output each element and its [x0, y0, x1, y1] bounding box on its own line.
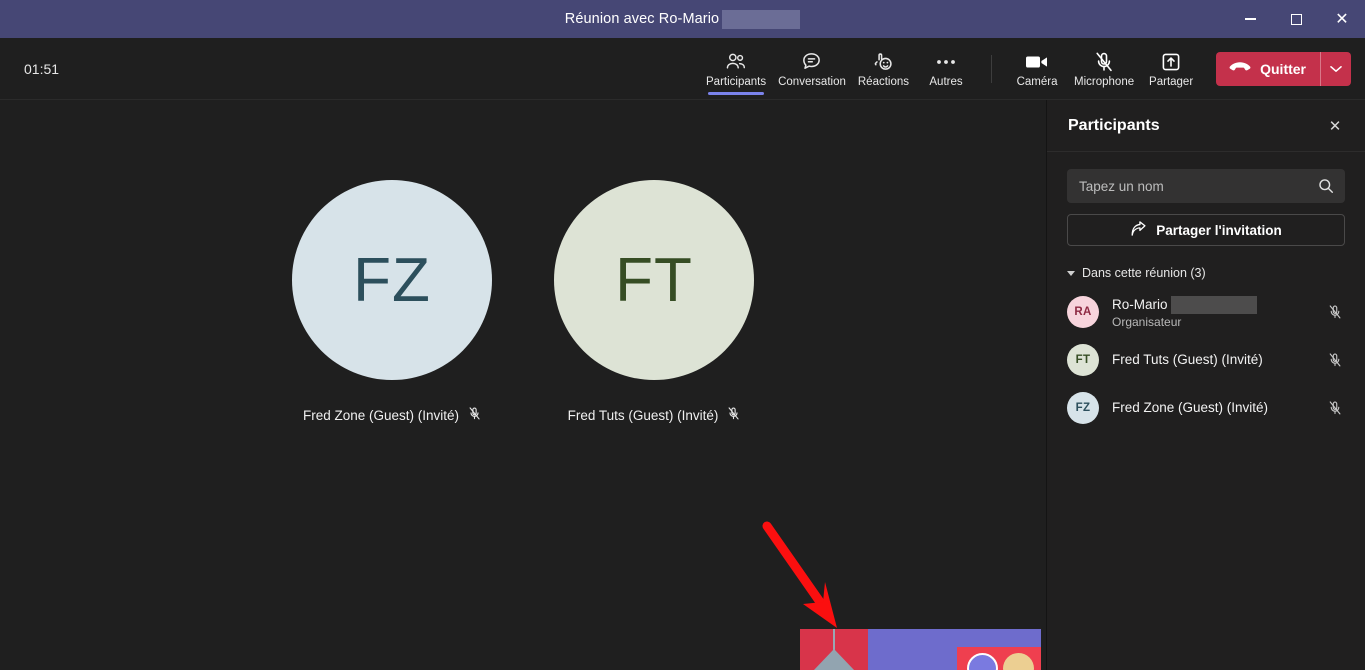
video-scene	[800, 629, 1041, 670]
hangup-button[interactable]: Quitter	[1216, 52, 1320, 86]
microphone-muted-icon[interactable]	[1325, 352, 1345, 368]
chat-icon	[801, 51, 822, 73]
microphone-muted-icon	[468, 406, 481, 424]
microphone-muted-icon[interactable]	[1325, 400, 1345, 416]
toolbar-label-conversation: Conversation	[778, 75, 846, 88]
participant-name: Fred Zone (Guest) (Invité)	[302, 407, 460, 423]
close-icon[interactable]: ✕	[1321, 112, 1349, 140]
participant-tile-ft[interactable]: FT Fred Tuts (Guest) (Invité)	[554, 180, 754, 424]
toolbar-button-more[interactable]: Autres	[915, 39, 977, 99]
participant-tiles: FZ Fred Zone (Guest) (Invité) FT Fred Tu…	[0, 180, 1046, 424]
hangup-options-button[interactable]	[1321, 52, 1351, 86]
participant-row-ft[interactable]: FT Fred Tuts (Guest) (Invité)	[1067, 336, 1345, 384]
avatar-initials: FZ	[1075, 402, 1091, 414]
search-icon[interactable]	[1318, 178, 1334, 194]
minimize-button[interactable]	[1227, 0, 1273, 38]
participant-row-organizer[interactable]: RA Ro-Mario Organisateur	[1067, 288, 1345, 336]
participant-name: Fred Zone (Guest) (Invité)	[1112, 400, 1269, 415]
toolbar-button-microphone[interactable]: Microphone	[1068, 39, 1140, 99]
title-bar: Réunion avec Ro-Mario ✕	[0, 0, 1365, 38]
window-title-text: Réunion avec Ro-Mario	[564, 11, 720, 27]
participant-name: Fred Tuts (Guest) (Invité)	[1112, 352, 1263, 367]
maximize-icon	[1290, 13, 1302, 25]
toolbar-button-conversation[interactable]: Conversation	[772, 39, 852, 99]
microphone-muted-icon	[727, 406, 740, 424]
microphone-muted-icon	[1094, 51, 1114, 73]
toolbar-button-reactions[interactable]: Réactions	[852, 39, 915, 99]
avatar: FZ	[292, 180, 492, 380]
toolbar-label-reactions: Réactions	[857, 75, 910, 88]
participants-panel: Participants ✕ Partager l'invitation	[1046, 100, 1365, 670]
avatar-initials: FT	[615, 245, 693, 315]
toolbar-button-share[interactable]: Partager	[1140, 39, 1202, 99]
window-controls: ✕	[1227, 0, 1365, 38]
avatar: FT	[1067, 344, 1099, 376]
lamp-cord	[833, 629, 835, 651]
teams-meeting-window: Réunion avec Ro-Mario ✕ 01:51 Participan…	[0, 0, 1365, 670]
toolbar-button-camera[interactable]: Caméra	[1006, 39, 1068, 99]
close-button[interactable]: ✕	[1319, 0, 1365, 38]
participants-list: RA Ro-Mario Organisateur FT Fred Tuts (G…	[1067, 288, 1345, 432]
toolbar-actions: Participants Conversation Réactions Autr…	[0, 38, 1365, 100]
close-icon: ✕	[1335, 9, 1349, 28]
participant-info: Fred Zone (Guest) (Invité)	[1112, 399, 1312, 417]
toolbar-button-participants[interactable]: Participants	[700, 39, 772, 99]
participants-group-header[interactable]: Dans cette réunion (3)	[1067, 266, 1345, 280]
participant-info: Fred Tuts (Guest) (Invité)	[1112, 351, 1312, 369]
participant-tile-label: Fred Tuts (Guest) (Invité)	[568, 406, 741, 424]
avatar-initials: FT	[1075, 354, 1091, 366]
avatar: FT	[554, 180, 754, 380]
phone-hangup-icon	[1229, 61, 1251, 77]
more-icon	[935, 51, 957, 73]
avatar-initials: FZ	[353, 245, 431, 315]
toolbar-label-participants: Participants	[706, 75, 767, 88]
participant-tile-label: Fred Zone (Guest) (Invité)	[303, 406, 481, 424]
toolbar-divider	[991, 55, 993, 83]
participant-role: Organisateur	[1112, 314, 1182, 329]
chevron-down-icon	[1067, 270, 1075, 276]
camera-icon	[1025, 51, 1049, 73]
toolbar-label-camera: Caméra	[1016, 75, 1058, 88]
avatar: RA	[1067, 296, 1099, 328]
toolbar-label-microphone: Microphone	[1074, 75, 1135, 88]
panel-title: Participants	[1068, 116, 1160, 134]
toolbar-label-share: Partager	[1149, 75, 1194, 88]
participants-panel-header: Participants ✕	[1047, 100, 1365, 152]
share-screen-icon	[1161, 51, 1181, 73]
participant-row-fz[interactable]: FZ Fred Zone (Guest) (Invité)	[1067, 384, 1345, 432]
share-invite-label: Partager l'invitation	[1156, 222, 1282, 238]
participants-panel-body: Partager l'invitation Dans cette réunion…	[1047, 152, 1365, 432]
reactions-icon	[872, 51, 894, 73]
maximize-button[interactable]	[1273, 0, 1319, 38]
minimize-icon	[1244, 18, 1256, 20]
avatar: FZ	[1067, 392, 1099, 424]
meeting-stage: FZ Fred Zone (Guest) (Invité) FT Fred Tu…	[0, 100, 1046, 670]
participant-name-wrap: Fred Tuts (Guest) (Invité)	[1112, 352, 1263, 367]
participant-name: Fred Tuts (Guest) (Invité)	[567, 407, 719, 423]
chevron-down-icon	[1330, 60, 1342, 78]
people-icon	[725, 51, 747, 73]
active-tab-indicator	[708, 92, 765, 95]
meeting-toolbar: 01:51 Participants Conversation Réaction…	[0, 38, 1365, 100]
redaction-block-name	[1171, 295, 1257, 314]
hangup-control: Quitter	[1216, 52, 1351, 86]
redaction-block-title	[722, 9, 801, 29]
hangup-label: Quitter	[1260, 61, 1306, 77]
share-invite-button[interactable]: Partager l'invitation	[1067, 214, 1345, 246]
participant-tile-fz[interactable]: FZ Fred Zone (Guest) (Invité)	[292, 180, 492, 424]
window-title: Réunion avec Ro-Mario	[564, 9, 801, 29]
toolbar-label-more: Autres	[929, 75, 963, 88]
participant-name-wrap: Ro-Mario	[1112, 295, 1257, 314]
participant-name-wrap: Fred Zone (Guest) (Invité)	[1112, 400, 1268, 415]
microphone-muted-icon[interactable]	[1325, 304, 1345, 320]
participant-search[interactable]	[1067, 169, 1345, 203]
participants-group-label: Dans cette réunion (3)	[1082, 266, 1206, 280]
annotation-arrow-icon	[745, 520, 855, 645]
self-video-thumbnail[interactable]	[800, 629, 1041, 670]
avatar-initials: RA	[1074, 306, 1092, 318]
share-link-icon	[1130, 220, 1147, 240]
search-input[interactable]	[1079, 178, 1311, 194]
participant-name: Ro-Mario	[1112, 296, 1168, 312]
participant-info: Ro-Mario Organisateur	[1112, 295, 1312, 329]
